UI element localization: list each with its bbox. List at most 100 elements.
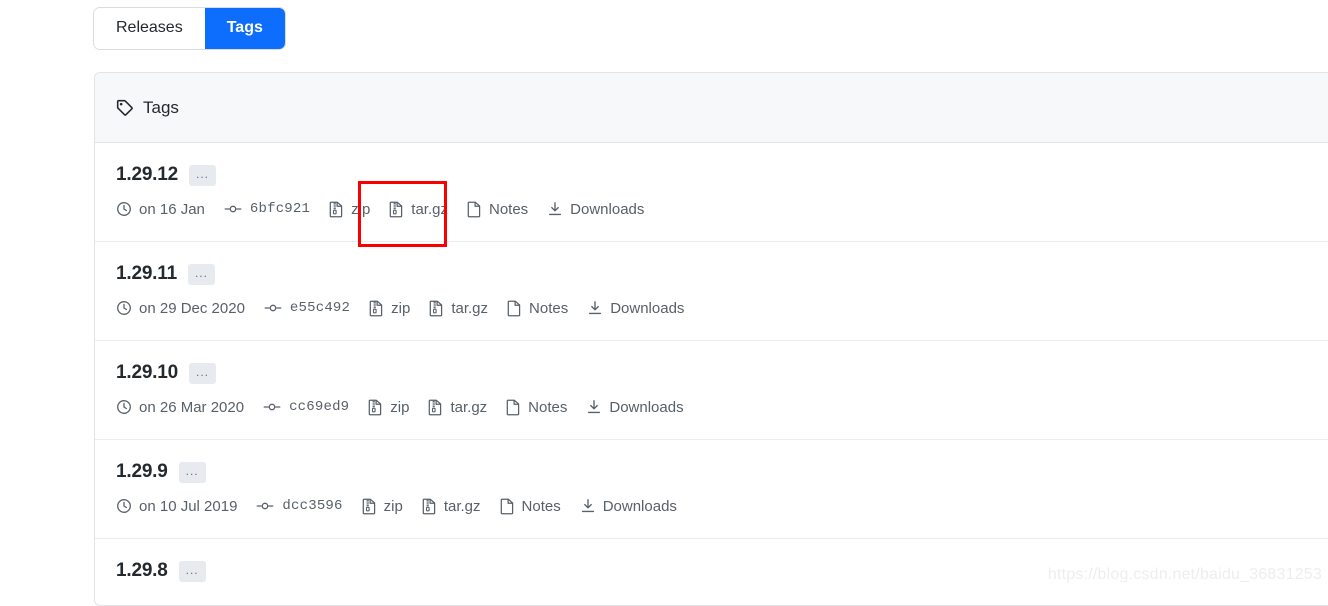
releases-tags-tab-group: Releases Tags <box>94 8 285 49</box>
tag-zip-label: zip <box>391 299 411 317</box>
download-icon <box>580 498 596 514</box>
download-icon <box>587 300 603 316</box>
tag-date: on 26 Mar 2020 <box>116 399 244 416</box>
tag-downloads-label: Downloads <box>602 497 677 515</box>
tag-zip-label: zip <box>383 497 403 515</box>
tag-notes-link[interactable]: Notes <box>467 201 528 218</box>
tag-meta-row: on 16 Jan 6bfc921 zip tar.gz Notes Downl… <box>116 199 1328 219</box>
tag-targz-label: tar.gz <box>451 299 489 317</box>
tag-title-line: 1.29.12 ... <box>116 163 1328 187</box>
tag-meta-row: on 26 Mar 2020 cc69ed9 zip tar.gz Notes … <box>116 397 1328 417</box>
tag-commit-hash: e55c492 <box>289 300 351 316</box>
tab-tags[interactable]: Tags <box>204 8 285 49</box>
tag-targz-label: tar.gz <box>443 497 481 515</box>
file-zip-icon <box>369 300 384 317</box>
tag-date-label: on 16 Jan <box>139 200 205 218</box>
tag-title-line: 1.29.11 ... <box>116 262 1328 286</box>
commit-icon <box>224 201 242 217</box>
tag-menu-button[interactable]: ... <box>178 560 206 582</box>
clock-icon <box>116 300 132 316</box>
table-row: 1.29.9 ... on 10 Jul 2019 dcc3596 zip ta… <box>95 440 1328 539</box>
tag-commit[interactable]: e55c492 <box>264 300 350 316</box>
tag-meta-row: on 10 Jul 2019 dcc3596 zip tar.gz Notes … <box>116 496 1328 516</box>
tag-meta-row: on 29 Dec 2020 e55c492 zip tar.gz Notes … <box>116 298 1328 318</box>
tag-zip-link[interactable]: zip <box>368 399 409 416</box>
table-row: 1.29.10 ... on 26 Mar 2020 cc69ed9 zip t… <box>95 341 1328 440</box>
clock-icon <box>116 498 132 514</box>
tag-downloads-link[interactable]: Downloads <box>580 498 677 515</box>
tag-notes-link[interactable]: Notes <box>506 399 567 416</box>
tags-panel-title: Tags <box>143 97 179 117</box>
tag-notes-label: Notes <box>488 200 529 218</box>
tag-notes-label: Notes <box>529 299 569 317</box>
tag-downloads-label: Downloads <box>570 200 645 218</box>
tag-commit[interactable]: 6bfc921 <box>224 201 310 217</box>
file-zip-icon <box>362 498 377 515</box>
tag-targz-link[interactable]: tar.gz <box>389 201 448 218</box>
tab-releases[interactable]: Releases <box>94 8 205 49</box>
table-row: 1.29.12 ... on 16 Jan 6bfc921 zip tar.gz… <box>95 143 1328 242</box>
tag-menu-button[interactable]: ... <box>178 461 206 483</box>
tag-downloads-label: Downloads <box>609 398 684 416</box>
file-zip-icon <box>428 399 443 416</box>
tag-version[interactable]: 1.29.10 <box>116 362 178 384</box>
commit-icon <box>256 498 274 514</box>
tags-panel: Tags 1.29.12 ... on 16 Jan 6bfc921 zip t… <box>94 72 1328 606</box>
tag-targz-link[interactable]: tar.gz <box>428 399 487 416</box>
file-icon <box>500 498 515 515</box>
tag-targz-link[interactable]: tar.gz <box>422 498 481 515</box>
clock-icon <box>116 201 132 217</box>
tag-date-label: on 26 Mar 2020 <box>139 398 245 416</box>
tag-title-line: 1.29.10 ... <box>116 361 1328 385</box>
file-icon <box>506 399 521 416</box>
tag-menu-button[interactable]: ... <box>189 362 217 384</box>
tag-version[interactable]: 1.29.12 <box>116 164 178 186</box>
tag-commit-hash: cc69ed9 <box>289 399 350 415</box>
file-zip-icon <box>389 201 404 218</box>
watermark: https://blog.csdn.net/baidu_36831253 <box>1047 566 1322 583</box>
tag-zip-label: zip <box>351 200 371 218</box>
tag-notes-link[interactable]: Notes <box>500 498 561 515</box>
tag-downloads-link[interactable]: Downloads <box>587 300 684 317</box>
tag-downloads-link[interactable]: Downloads <box>547 201 644 218</box>
tag-targz-label: tar.gz <box>450 398 488 416</box>
tag-zip-link[interactable]: zip <box>369 300 410 317</box>
tag-date-label: on 10 Jul 2019 <box>139 497 238 515</box>
file-zip-icon <box>429 300 444 317</box>
tag-commit[interactable]: dcc3596 <box>256 498 342 514</box>
download-icon <box>547 201 563 217</box>
file-zip-icon <box>368 399 383 416</box>
commit-icon <box>263 399 281 415</box>
tag-date: on 10 Jul 2019 <box>116 498 237 515</box>
file-zip-icon <box>422 498 437 515</box>
tag-zip-label: zip <box>390 398 410 416</box>
tag-notes-label: Notes <box>528 398 568 416</box>
tag-targz-link[interactable]: tar.gz <box>429 300 488 317</box>
tag-menu-button[interactable]: ... <box>187 263 215 285</box>
tag-zip-link[interactable]: zip <box>362 498 403 515</box>
file-icon <box>507 300 522 317</box>
tag-commit-hash: dcc3596 <box>282 498 343 514</box>
tag-downloads-label: Downloads <box>610 299 685 317</box>
tag-version[interactable]: 1.29.9 <box>116 461 168 483</box>
tags-panel-header: Tags <box>95 73 1328 143</box>
tag-version[interactable]: 1.29.8 <box>116 560 168 582</box>
tag-title-line: 1.29.9 ... <box>116 460 1328 484</box>
tag-icon <box>116 99 134 117</box>
tag-version[interactable]: 1.29.11 <box>116 263 177 285</box>
tag-targz-label: tar.gz <box>411 200 448 218</box>
commit-icon <box>264 300 282 316</box>
tag-date-label: on 29 Dec 2020 <box>139 299 245 317</box>
tag-zip-link[interactable]: zip <box>329 201 370 218</box>
tag-notes-link[interactable]: Notes <box>507 300 568 317</box>
clock-icon <box>116 399 132 415</box>
tag-menu-button[interactable]: ... <box>189 164 217 186</box>
file-icon <box>467 201 482 218</box>
tag-commit[interactable]: cc69ed9 <box>263 399 349 415</box>
tag-date: on 29 Dec 2020 <box>116 300 245 317</box>
tag-notes-label: Notes <box>521 497 561 515</box>
tag-downloads-link[interactable]: Downloads <box>586 398 684 416</box>
tag-commit-hash: 6bfc921 <box>249 201 311 217</box>
file-zip-icon <box>329 201 344 218</box>
tag-date: on 16 Jan <box>116 201 205 218</box>
